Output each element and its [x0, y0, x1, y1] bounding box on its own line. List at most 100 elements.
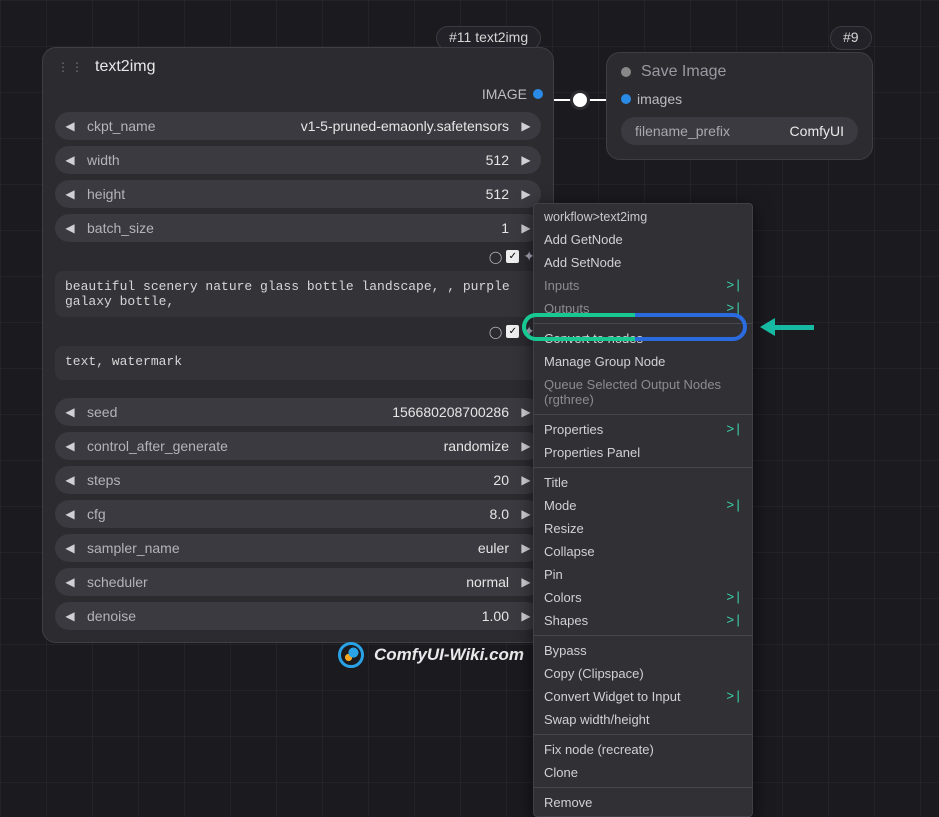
context-menu-item[interactable]: Queue Selected Output Nodes (rgthree) — [534, 373, 752, 411]
input-port-dot[interactable] — [621, 94, 631, 104]
context-menu-item[interactable]: Resize — [534, 517, 752, 540]
context-menu-item[interactable]: Properties >| — [534, 418, 752, 441]
context-menu-item[interactable]: Clone — [534, 761, 752, 784]
context-menu-item[interactable]: Add SetNode — [534, 251, 752, 274]
prompt-positive[interactable]: beautiful scenery nature glass bottle la… — [55, 271, 541, 317]
submenu-indicator-icon: >| — [726, 278, 742, 293]
node-id-tag-9: #9 — [830, 26, 872, 50]
chevron-left-icon[interactable] — [61, 439, 79, 453]
context-menu-item[interactable]: Remove — [534, 791, 752, 814]
menu-item-label: Swap width/height — [544, 712, 650, 727]
menu-item-label: Collapse — [544, 544, 595, 559]
param-filename-prefix[interactable]: filename_prefix ComfyUI — [621, 117, 858, 145]
context-menu-item[interactable]: Shapes>| — [534, 609, 752, 632]
param-scheduler[interactable]: scheduler normal — [55, 568, 541, 596]
chevron-right-icon[interactable] — [517, 119, 535, 133]
prompt-pos-tools: ◯ ✓ ✦ — [55, 248, 541, 265]
arrow-callout-icon — [760, 318, 814, 336]
chevron-left-icon[interactable] — [61, 153, 79, 167]
watermark-text: ComfyUI-Wiki.com — [374, 645, 524, 665]
menu-item-label: Add GetNode — [544, 232, 623, 247]
context-menu-item[interactable]: Copy (Clipspace) — [534, 662, 752, 685]
menu-item-label: Convert Widget to Input — [544, 689, 681, 704]
prompt-negative[interactable]: text, watermark — [55, 346, 541, 380]
context-menu-item[interactable]: Colors >| — [534, 586, 752, 609]
param-steps[interactable]: steps 20 — [55, 466, 541, 494]
chevron-left-icon[interactable] — [61, 221, 79, 235]
context-menu-item[interactable]: Outputs>| — [534, 297, 752, 320]
context-menu-item[interactable]: Properties Panel — [534, 441, 752, 464]
context-menu-item[interactable]: Convert to nodes — [534, 327, 752, 350]
param-ckpt-name[interactable]: ckpt_name v1-5-pruned-emaonly.safetensor… — [55, 112, 541, 140]
context-menu[interactable]: workflow>text2img Add GetNode Add SetNode… — [533, 203, 753, 817]
status-dot-icon — [621, 67, 631, 77]
menu-item-label: Outputs — [544, 301, 590, 316]
menu-item-label: Mode — [544, 498, 577, 513]
param-cfg[interactable]: cfg 8.0 — [55, 500, 541, 528]
submenu-indicator-icon: >| — [726, 422, 742, 437]
context-menu-item[interactable]: Bypass — [534, 639, 752, 662]
circle-icon[interactable]: ◯ — [489, 325, 502, 339]
submenu-indicator-icon: >| — [726, 498, 742, 513]
menu-item-label: Resize — [544, 521, 584, 536]
menu-item-label: Convert to nodes — [544, 331, 643, 346]
node-text2img[interactable]: ⋮⋮ text2img IMAGE ckpt_name v1-5-pruned-… — [42, 47, 554, 643]
chevron-right-icon[interactable] — [517, 187, 535, 201]
chevron-right-icon[interactable] — [517, 153, 535, 167]
param-denoise[interactable]: denoise 1.00 — [55, 602, 541, 630]
drag-handle-icon[interactable]: ⋮⋮ — [57, 60, 85, 74]
chevron-left-icon[interactable] — [61, 473, 79, 487]
menu-item-label: Shapes — [544, 613, 588, 628]
context-menu-item[interactable]: Mode >| — [534, 494, 752, 517]
context-menu-item[interactable]: Manage Group Node — [534, 350, 752, 373]
node-title-bar[interactable]: Save Image — [607, 53, 872, 89]
menu-item-label: Add SetNode — [544, 255, 621, 270]
context-menu-item[interactable]: Swap width/height — [534, 708, 752, 731]
output-port-row: IMAGE — [43, 84, 553, 108]
param-batch-size[interactable]: batch_size 1 — [55, 214, 541, 242]
watermark: ComfyUI-Wiki.com — [338, 642, 524, 668]
param-height[interactable]: height 512 — [55, 180, 541, 208]
output-port-dot[interactable] — [533, 89, 543, 99]
menu-item-label: Inputs — [544, 278, 579, 293]
context-menu-item[interactable]: Convert Widget to Input>| — [534, 685, 752, 708]
menu-item-label: Pin — [544, 567, 563, 582]
chevron-left-icon[interactable] — [61, 575, 79, 589]
menu-item-label: Colors — [544, 590, 582, 605]
chevron-left-icon[interactable] — [61, 609, 79, 623]
node-title-bar[interactable]: ⋮⋮ text2img — [43, 48, 553, 84]
param-width[interactable]: width 512 — [55, 146, 541, 174]
param-control-after-generate[interactable]: control_after_generate randomize — [55, 432, 541, 460]
chevron-left-icon[interactable] — [61, 405, 79, 419]
logo-icon — [338, 642, 364, 668]
context-menu-item[interactable]: Inputs >| — [534, 274, 752, 297]
menu-separator — [534, 734, 752, 735]
menu-item-label: Queue Selected Output Nodes (rgthree) — [544, 377, 742, 407]
menu-separator — [534, 414, 752, 415]
context-menu-item[interactable]: Collapse — [534, 540, 752, 563]
chevron-left-icon[interactable] — [61, 507, 79, 521]
circle-icon[interactable]: ◯ — [489, 250, 502, 264]
node-save-image[interactable]: Save Image images filename_prefix ComfyU… — [606, 52, 873, 160]
context-menu-item[interactable]: Title — [534, 471, 752, 494]
chevron-left-icon[interactable] — [61, 119, 79, 133]
menu-item-label: Copy (Clipspace) — [544, 666, 644, 681]
connection-handle-icon[interactable] — [573, 93, 587, 107]
chevron-left-icon[interactable] — [61, 541, 79, 555]
output-port-label: IMAGE — [482, 86, 527, 102]
menu-separator — [534, 467, 752, 468]
menu-separator — [534, 787, 752, 788]
input-port-row: images — [607, 89, 872, 113]
checkbox-icon[interactable]: ✓ — [506, 325, 519, 338]
param-sampler-name[interactable]: sampler_name euler — [55, 534, 541, 562]
menu-item-label: Fix node (recreate) — [544, 742, 654, 757]
context-menu-item[interactable]: Pin — [534, 563, 752, 586]
context-menu-breadcrumb: workflow>text2img — [534, 206, 752, 228]
context-menu-item[interactable]: Add GetNode — [534, 228, 752, 251]
chevron-left-icon[interactable] — [61, 187, 79, 201]
menu-item-label: Properties — [544, 422, 603, 437]
context-menu-item[interactable]: Fix node (recreate) — [534, 738, 752, 761]
param-seed[interactable]: seed 156680208700286 — [55, 398, 541, 426]
submenu-indicator-icon: >| — [726, 590, 742, 605]
checkbox-icon[interactable]: ✓ — [506, 250, 519, 263]
